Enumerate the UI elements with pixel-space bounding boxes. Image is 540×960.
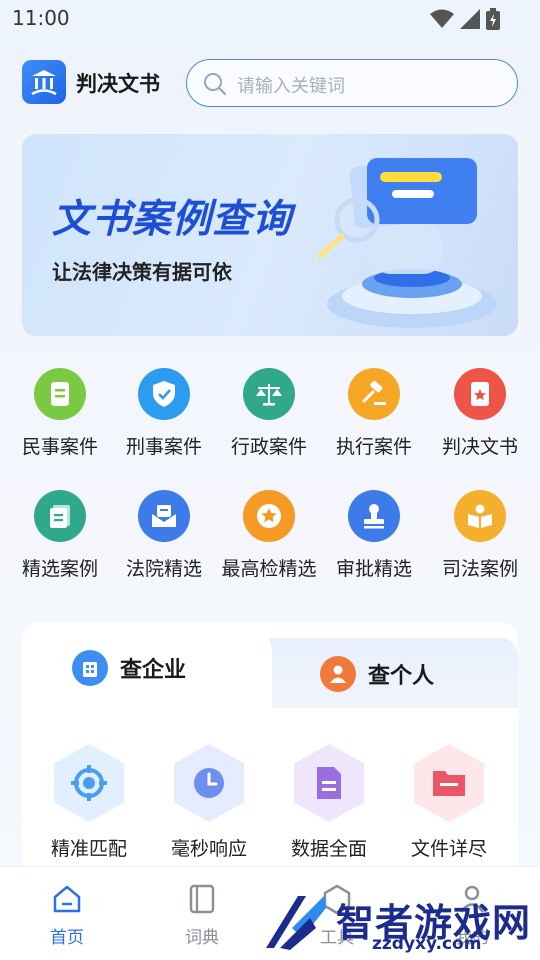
shield-check-icon [138,368,190,420]
banner-illustration [317,157,497,328]
nav-dictionary[interactable]: 词典 [162,883,242,948]
banner-title: 文书案例查询 [52,197,293,242]
status-time: 11:00 [12,6,70,30]
gavel-icon [348,368,400,420]
category-label: 执行案件 [335,436,412,458]
mail-icon [138,490,190,542]
category-label: 刑事案件 [125,436,202,458]
feature-label: 精准匹配 [50,838,127,860]
category-label: 行政案件 [230,436,307,458]
tab-company[interactable]: 查企业 [72,650,186,686]
category-label: 司法案例 [441,558,518,580]
category-label: 审批精选 [335,558,412,580]
feature-label: 文件详尽 [410,838,487,860]
category-court-selected[interactable]: 法院精选 [112,490,216,581]
category-administrative[interactable]: 行政案件 [217,368,321,459]
nav-label: 首页 [50,928,84,948]
category-selected-cases[interactable]: 精选案例 [8,490,112,581]
person-icon [320,656,356,692]
category-criminal[interactable]: 刑事案件 [112,368,216,459]
app-title: 判决文书 [76,72,160,96]
banner-subtitle: 让法律决策有据可依 [52,260,232,284]
clock-icon [174,744,244,822]
category-supreme-procuratorate[interactable]: 最高检精选 [217,490,321,581]
watermark-logo [266,896,326,950]
feature-precise-match: 精准匹配 [34,744,144,861]
folder-icon [414,744,484,822]
feature-detailed-files: 文件详尽 [394,744,504,861]
status-icons [430,8,500,30]
category-label: 判决文书 [441,436,518,458]
document-icon [34,368,86,420]
scale-icon [243,368,295,420]
search-placeholder: 请输入关键词 [237,76,345,97]
banner[interactable]: 文书案例查询 让法律决策有据可依 [22,134,518,336]
star-card-icon [454,368,506,420]
tab-company-label: 查企业 [120,658,187,683]
target-icon [54,744,124,822]
search-input[interactable]: 请输入关键词 [186,59,518,107]
category-label: 最高检精选 [221,558,317,580]
star-badge-icon [243,490,295,542]
book-user-icon [454,490,506,542]
courthouse-icon [31,70,57,96]
category-label: 法院精选 [125,558,202,580]
watermark-url: zzdyxy.com [372,934,482,954]
nav-label: 词典 [185,928,219,948]
category-approval-selected[interactable]: 审批精选 [322,490,426,581]
file-stack-icon [34,490,86,542]
category-label: 民事案件 [21,436,98,458]
tab-person-label: 查个人 [368,664,435,689]
feature-comprehensive-data: 数据全面 [274,744,384,861]
category-judgment[interactable]: 判决文书 [428,368,532,459]
feature-label: 毫秒响应 [170,838,247,860]
tab-person[interactable]: 查个人 [320,656,434,692]
feature-ms-response: 毫秒响应 [154,744,264,861]
battery-icon [486,8,500,30]
header: 判决文书 请输入关键词 [0,50,540,114]
query-card: 查企业 查个人 精准匹配 毫秒响应 数据全面 文件详尽 [22,622,518,882]
building-icon [72,650,108,686]
wifi-icon [430,9,454,28]
nav-home[interactable]: 首页 [27,883,107,948]
category-label: 精选案例 [21,558,98,580]
home-icon [53,885,81,913]
category-execution[interactable]: 执行案件 [322,368,426,459]
category-judicial-cases[interactable]: 司法案例 [428,490,532,581]
document-icon [294,744,364,822]
search-icon [204,73,227,96]
status-bar: 11:00 [0,0,540,36]
signal-icon [460,9,480,29]
feature-label: 数据全面 [290,838,367,860]
category-civil[interactable]: 民事案件 [8,368,112,459]
watermark: 智者游戏网 zzdyxy.com [262,888,540,960]
book-icon [189,884,215,914]
app-logo [22,60,66,104]
stamp-icon [348,490,400,542]
